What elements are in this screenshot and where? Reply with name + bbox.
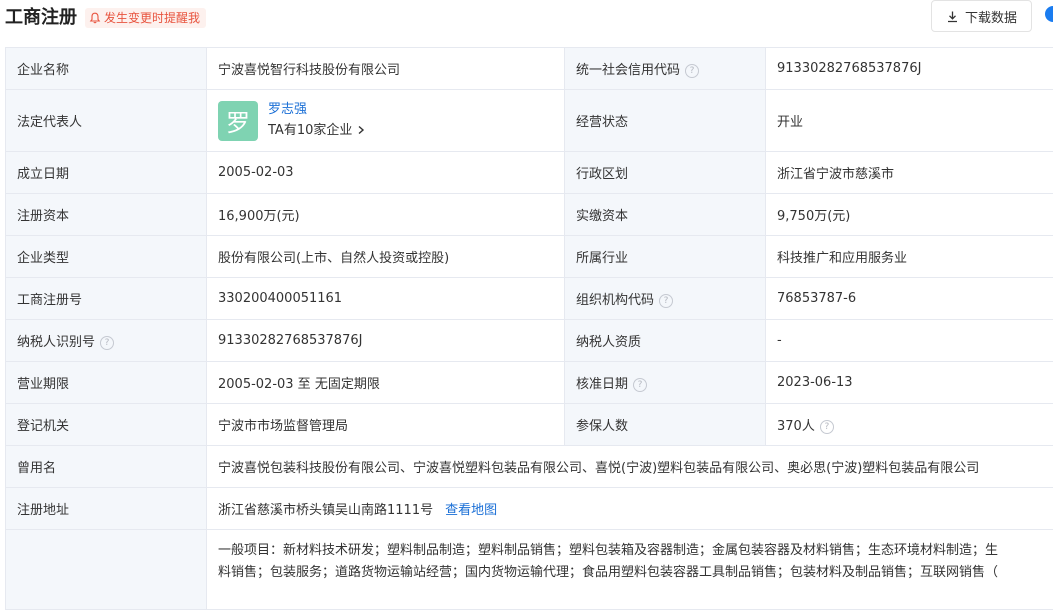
table-row: 企业类型 股份有限公司(上市、自然人投资或控股) 所属行业 科技推广和应用服务业	[6, 236, 1053, 278]
value-insured-count-text: 370人	[777, 419, 815, 434]
label-approval-date: 核准日期?	[565, 362, 766, 404]
value-company-type: 股份有限公司(上市、自然人投资或控股)	[207, 236, 565, 278]
avatar[interactable]: 罗	[218, 101, 258, 141]
chevron-right-icon	[356, 125, 366, 135]
legal-rep-companies-text: TA有10家企业	[268, 123, 352, 138]
help-icon[interactable]: ?	[633, 378, 647, 392]
label-company-name: 企业名称	[6, 48, 207, 90]
value-registration-number: 330200400051161	[207, 278, 565, 320]
table-row: 成立日期 2005-02-03 行政区划 浙江省宁波市慈溪市	[6, 152, 1053, 194]
value-taxpayer-qualification: -	[766, 320, 1053, 362]
business-scope-text: 一般项目：新材料技术研发；塑料制品制造；塑料制品销售；塑料包装箱及容器制造；金属…	[218, 530, 1053, 584]
label-credit-code-text: 统一社会信用代码	[576, 63, 680, 78]
label-established-date: 成立日期	[6, 152, 207, 194]
table-row: 工商注册号 330200400051161 组织机构代码? 76853787-6	[6, 278, 1053, 320]
table-row: 登记机关 宁波市市场监督管理局 参保人数 370人?	[6, 404, 1053, 446]
label-registered-address: 注册地址	[6, 488, 207, 530]
label-business-status: 经营状态	[565, 90, 766, 152]
bell-icon	[89, 12, 101, 24]
table-row: 法定代表人 罗 罗志强 TA有10家企业 经营状态 开业	[6, 90, 1053, 152]
value-insured-count: 370人?	[766, 404, 1053, 446]
table-row: 注册地址 浙江省慈溪市桥头镇吴山南路1111号查看地图	[6, 488, 1053, 530]
table-row: 营业期限 2005-02-03 至 无固定期限 核准日期? 2023-06-13	[6, 362, 1053, 404]
label-registration-authority: 登记机关	[6, 404, 207, 446]
change-alert-label: 发生变更时提醒我	[104, 8, 200, 28]
label-taxpayer-id: 纳税人识别号?	[6, 320, 207, 362]
section-header: 工商注册 发生变更时提醒我 下载数据	[0, 0, 1053, 36]
view-map-link[interactable]: 查看地图	[445, 503, 497, 518]
label-business-scope	[6, 530, 207, 610]
value-approval-date: 2023-06-13	[766, 362, 1053, 404]
value-registered-capital: 16,900万(元)	[207, 194, 565, 236]
label-taxpayer-id-text: 纳税人识别号	[17, 335, 95, 350]
value-legal-rep: 罗 罗志强 TA有10家企业	[207, 90, 565, 152]
help-icon[interactable]: ?	[100, 336, 114, 350]
table-row: 曾用名 宁波喜悦包装科技股份有限公司、宁波喜悦塑料包装品有限公司、喜悦(宁波)塑…	[6, 446, 1053, 488]
business-registration-table: 企业名称 宁波喜悦智行科技股份有限公司 统一社会信用代码? 9133028276…	[5, 47, 1053, 610]
help-icon[interactable]: ?	[820, 420, 834, 434]
side-action-icon[interactable]	[1045, 6, 1053, 22]
label-company-type: 企业类型	[6, 236, 207, 278]
business-scope-line: 料销售；包装服务；道路货物运输站经营；国内货物运输代理；食品用塑料包装容器工具制…	[218, 562, 1053, 584]
value-registration-authority: 宁波市市场监督管理局	[207, 404, 565, 446]
table-row: 企业名称 宁波喜悦智行科技股份有限公司 统一社会信用代码? 9133028276…	[6, 48, 1053, 90]
label-industry: 所属行业	[565, 236, 766, 278]
value-business-status: 开业	[766, 90, 1053, 152]
label-taxpayer-qualification: 纳税人资质	[565, 320, 766, 362]
value-org-code: 76853787-6	[766, 278, 1053, 320]
label-org-code-text: 组织机构代码	[576, 293, 654, 308]
label-legal-rep: 法定代表人	[6, 90, 207, 152]
value-registered-address: 浙江省慈溪市桥头镇吴山南路1111号查看地图	[207, 488, 1053, 530]
download-icon	[946, 10, 959, 23]
value-company-name: 宁波喜悦智行科技股份有限公司	[207, 48, 565, 90]
label-former-names: 曾用名	[6, 446, 207, 488]
change-alert-button[interactable]: 发生变更时提醒我	[85, 8, 206, 28]
section-title: 工商注册	[5, 6, 77, 30]
value-former-names: 宁波喜悦包装科技股份有限公司、宁波喜悦塑料包装品有限公司、喜悦(宁波)塑料包装品…	[207, 446, 1053, 488]
table-row: 纳税人识别号? 91330282768537876J 纳税人资质 -	[6, 320, 1053, 362]
label-paid-in-capital: 实缴资本	[565, 194, 766, 236]
label-registered-capital: 注册资本	[6, 194, 207, 236]
help-icon[interactable]: ?	[659, 294, 673, 308]
value-established-date: 2005-02-03	[207, 152, 565, 194]
legal-rep-info: 罗志强 TA有10家企业	[268, 101, 366, 140]
table-row: 一般项目：新材料技术研发；塑料制品制造；塑料制品销售；塑料包装箱及容器制造；金属…	[6, 530, 1053, 610]
table-row: 注册资本 16,900万(元) 实缴资本 9,750万(元)	[6, 194, 1053, 236]
label-insured-count: 参保人数	[565, 404, 766, 446]
legal-rep-companies-link[interactable]: TA有10家企业	[268, 122, 366, 140]
label-business-term: 营业期限	[6, 362, 207, 404]
value-business-term: 2005-02-03 至 无固定期限	[207, 362, 565, 404]
value-business-scope: 一般项目：新材料技术研发；塑料制品制造；塑料制品销售；塑料包装箱及容器制造；金属…	[207, 530, 1053, 610]
label-org-code: 组织机构代码?	[565, 278, 766, 320]
value-paid-in-capital: 9,750万(元)	[766, 194, 1053, 236]
value-credit-code: 91330282768537876J	[766, 48, 1053, 90]
value-admin-region: 浙江省宁波市慈溪市	[766, 152, 1053, 194]
value-taxpayer-id: 91330282768537876J	[207, 320, 565, 362]
business-scope-line: 一般项目：新材料技术研发；塑料制品制造；塑料制品销售；塑料包装箱及容器制造；金属…	[218, 540, 1053, 562]
download-data-label: 下载数据	[965, 7, 1017, 26]
legal-rep-name-link[interactable]: 罗志强	[268, 101, 366, 119]
value-industry: 科技推广和应用服务业	[766, 236, 1053, 278]
label-approval-date-text: 核准日期	[576, 377, 628, 392]
label-registration-number: 工商注册号	[6, 278, 207, 320]
label-credit-code: 统一社会信用代码?	[565, 48, 766, 90]
download-data-button[interactable]: 下载数据	[931, 0, 1032, 32]
label-admin-region: 行政区划	[565, 152, 766, 194]
legal-rep-block: 罗 罗志强 TA有10家企业	[218, 101, 564, 141]
value-registered-address-text: 浙江省慈溪市桥头镇吴山南路1111号	[218, 503, 433, 518]
help-icon[interactable]: ?	[685, 64, 699, 78]
